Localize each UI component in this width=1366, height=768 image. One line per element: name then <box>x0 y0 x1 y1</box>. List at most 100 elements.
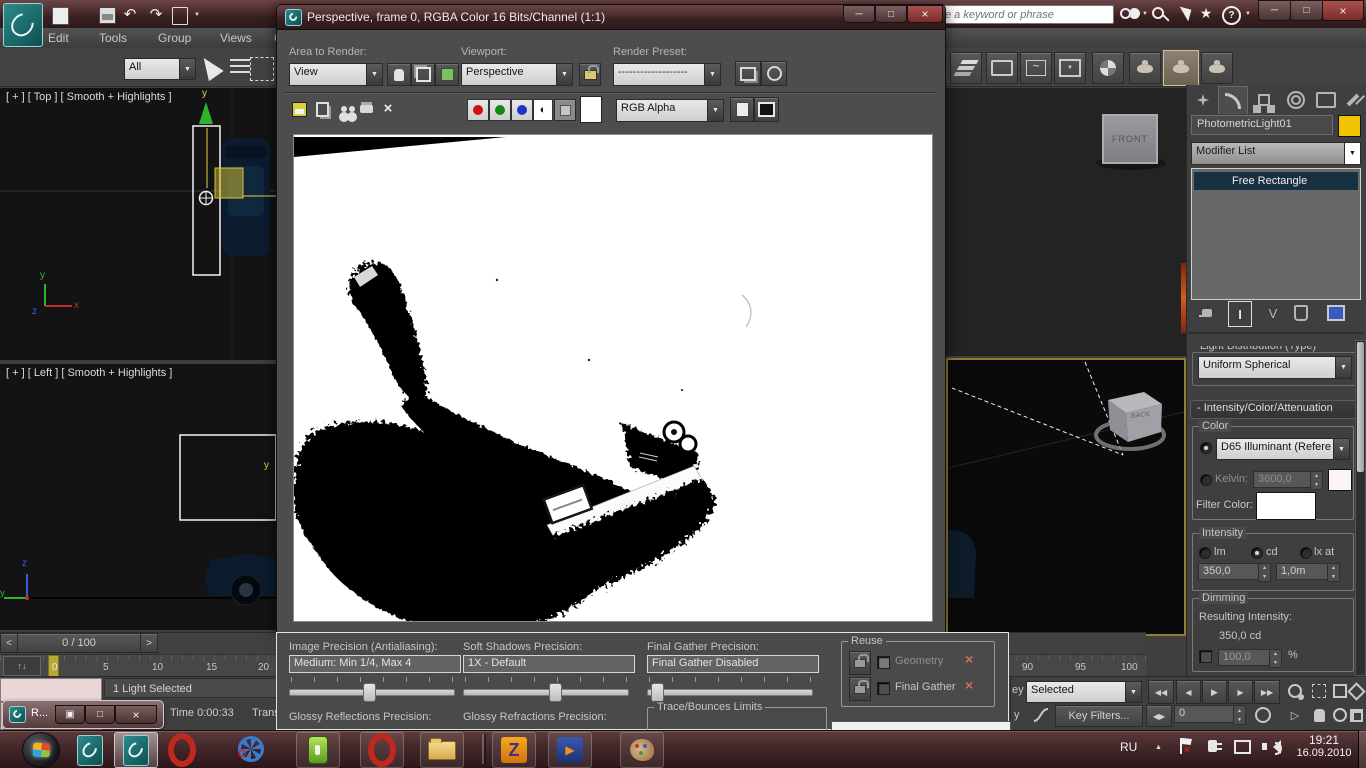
menu-tools[interactable]: Tools <box>99 31 127 45</box>
select-by-name-icon[interactable] <box>230 59 250 75</box>
zoom-extents-all-icon[interactable] <box>1332 680 1348 702</box>
geometry-checkbox[interactable] <box>877 656 890 669</box>
tab-modify[interactable] <box>1218 86 1248 114</box>
layered-image-icon[interactable] <box>730 97 754 122</box>
minimized-render-window[interactable]: R... ▣ □ × <box>2 700 164 729</box>
viewport-dropdown[interactable]: Perspective ▼ <box>461 63 573 86</box>
favorites-star-icon[interactable]: ★ <box>1198 4 1214 22</box>
action-center-flag-icon[interactable]: × <box>1180 738 1194 756</box>
render-production-icon[interactable] <box>1201 52 1233 84</box>
print-image-icon[interactable] <box>357 100 375 118</box>
taskbar-3dsmax-active-icon[interactable] <box>114 732 158 768</box>
network-icon[interactable] <box>1234 740 1252 754</box>
play-button[interactable]: ▶ <box>1202 680 1227 704</box>
channel-display-dropdown[interactable]: RGB Alpha ▼ <box>616 99 724 122</box>
chevron-down-icon[interactable]: ▼ <box>1335 357 1351 378</box>
next-frame-button[interactable]: > <box>140 633 158 653</box>
maximize-viewport-toggle-icon[interactable] <box>1348 705 1364 725</box>
render-preset-dropdown[interactable]: ------------------- ▼ <box>613 63 721 86</box>
set-key-partial[interactable]: y <box>1014 709 1020 721</box>
volume-icon[interactable] <box>1262 740 1280 754</box>
app-logo-button[interactable] <box>3 3 43 47</box>
previous-frame-button[interactable]: < <box>0 633 18 653</box>
pin-stack-icon[interactable] <box>1196 303 1218 323</box>
copy-image-icon[interactable] <box>313 100 331 118</box>
layer-manager-icon[interactable] <box>950 52 982 84</box>
light-distribution-dropdown[interactable]: Uniform Spherical ▼ <box>1198 356 1352 379</box>
render-setup-dialog-icon[interactable] <box>735 61 761 86</box>
field-of-view-icon[interactable] <box>1348 680 1364 702</box>
intensity-rollout-header[interactable]: - Intensity/Color/Attenuation <box>1190 400 1358 419</box>
clear-image-icon[interactable]: × <box>379 98 397 118</box>
viewport-perspective[interactable]: BACK <box>946 358 1186 636</box>
render-frame-window[interactable]: Perspective, frame 0, RGBA Color 16 Bits… <box>276 4 946 632</box>
cd-radio[interactable] <box>1251 547 1263 559</box>
selection-filter-dropdown[interactable]: All ▼ <box>124 58 196 80</box>
previous-frame-button[interactable]: ◀ <box>1176 680 1201 704</box>
modifier-stack-item[interactable]: Free Rectangle <box>1194 172 1358 190</box>
object-color-swatch[interactable] <box>1338 115 1361 137</box>
save-icon[interactable] <box>99 7 116 24</box>
chevron-down-icon[interactable]: ▼ <box>179 59 195 79</box>
pan-hand-icon[interactable] <box>1308 705 1330 725</box>
area-to-render-dropdown[interactable]: View ▼ <box>289 63 383 86</box>
final-gather-slider[interactable] <box>647 689 813 696</box>
help-chevron-icon[interactable]: ▼ <box>1244 10 1252 18</box>
dimming-spinner[interactable]: ▲▼ <box>1269 649 1282 668</box>
undo-icon[interactable]: ↶ <box>121 4 139 24</box>
selected-keyset-dropdown[interactable]: Selected ▼ <box>1026 681 1142 703</box>
lm-radio[interactable] <box>1199 547 1211 559</box>
auto-key-partial[interactable]: ey <box>1012 684 1024 696</box>
distance-field[interactable]: 1,0m <box>1276 563 1330 580</box>
tab-create[interactable] <box>1190 88 1216 112</box>
curve-editor-icon[interactable]: ~ <box>1020 52 1052 84</box>
image-precision-slider-thumb[interactable] <box>363 683 376 702</box>
edit-region-icon[interactable] <box>387 63 411 86</box>
chevron-down-icon[interactable]: ▼ <box>1125 682 1141 702</box>
environment-effects-icon[interactable] <box>761 61 787 86</box>
tray-expand-icon[interactable]: ▲ <box>1155 744 1162 751</box>
chevron-down-icon[interactable]: ▼ <box>1344 143 1360 164</box>
kelvin-radio[interactable] <box>1200 474 1212 486</box>
tray-clock[interactable]: 19:21 16.09.2010 <box>1288 733 1360 765</box>
restore-button[interactable]: ▣ <box>55 705 85 724</box>
time-configuration-icon[interactable] <box>1252 705 1274 725</box>
search-input[interactable] <box>940 5 1114 24</box>
start-button[interactable] <box>22 732 60 768</box>
toggle-ui-icon[interactable] <box>754 97 779 122</box>
alpha-channel-icon[interactable] <box>554 99 576 121</box>
region-selected-icon[interactable] <box>435 63 459 86</box>
intensity-field[interactable]: 350,0 <box>1198 563 1260 580</box>
d65-radio[interactable] <box>1200 442 1212 454</box>
kelvin-field[interactable]: 3600,0 <box>1253 471 1313 488</box>
go-to-end-button[interactable]: ▶▶ <box>1254 680 1280 704</box>
chevron-down-icon[interactable]: ▼ <box>1333 439 1349 459</box>
zoom-icon[interactable] <box>1284 680 1306 702</box>
show-end-result-icon[interactable]: I <box>1228 301 1252 327</box>
maxscript-mini-listener[interactable] <box>0 678 102 702</box>
background-color-swatch[interactable] <box>580 96 602 123</box>
rfw-close-button[interactable]: × <box>907 5 943 23</box>
window-close-button[interactable]: × <box>1322 0 1364 21</box>
viewport-lock-icon[interactable] <box>579 63 601 86</box>
window-maximize-button[interactable]: □ <box>1290 0 1323 21</box>
taskbar-paint-icon[interactable] <box>620 732 664 768</box>
intensity-spinner[interactable]: ▲▼ <box>1258 563 1271 582</box>
dimming-field[interactable]: 100,0 <box>1218 649 1272 666</box>
tab-motion[interactable] <box>1282 88 1310 112</box>
rfw-minimize-button[interactable]: ─ <box>843 5 875 23</box>
panel-scrollbar-thumb[interactable] <box>1357 342 1364 472</box>
search-icon[interactable] <box>1120 8 1131 19</box>
scene-container-icon[interactable] <box>986 52 1018 84</box>
render-setup-icon[interactable] <box>1129 52 1161 84</box>
viewport-front[interactable]: FRONT <box>946 88 1186 356</box>
time-slider-thumb[interactable]: 0 / 100 <box>17 633 141 653</box>
tab-utilities[interactable] <box>1342 88 1364 112</box>
lx-radio[interactable] <box>1300 547 1312 559</box>
current-frame-field[interactable]: 0 <box>1174 705 1236 723</box>
make-unique-icon[interactable]: V <box>1262 303 1284 323</box>
clear-geometry-icon[interactable]: × <box>965 653 973 665</box>
kelvin-spinner[interactable]: ▲▼ <box>1310 471 1323 490</box>
taskbar-messenger-icon[interactable] <box>296 732 340 768</box>
rfw-maximize-button[interactable]: □ <box>875 5 907 23</box>
